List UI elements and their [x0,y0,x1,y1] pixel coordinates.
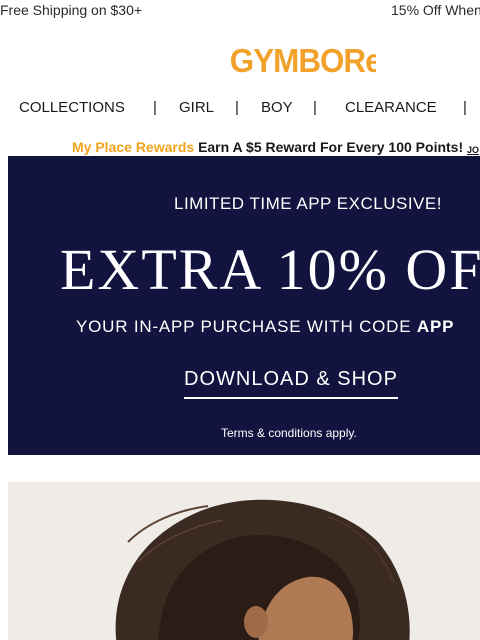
rewards-bar: My Place Rewards Earn A $5 Reward For Ev… [72,139,479,155]
join-link[interactable]: JO [467,145,479,155]
nav-item-boy[interactable]: BOY [261,99,293,116]
girl-with-long-hair-photo[interactable] [8,482,480,640]
svg-text:GYMBORee: GYMBORee [230,42,376,79]
rewards-brand-link[interactable]: My Place Rewards [72,139,194,155]
nav-separator: | [235,99,239,116]
nav-item-collections[interactable]: COLLECTIONS [19,99,125,116]
gymboree-logo[interactable]: GYMBORee [226,40,376,80]
banner-headline: EXTRA 10% OF [60,237,480,302]
free-shipping-promo[interactable]: Free Shipping on $30+ [0,2,142,18]
terms-note: Terms & conditions apply. [221,426,357,440]
banner-subtext: YOUR IN-APP PURCHASE WITH CODE APP [76,317,454,337]
rewards-message: Earn A $5 Reward For Every 100 Points! [198,139,464,155]
nav-separator: | [313,99,317,116]
promo-code: APP [416,317,455,336]
download-shop-button[interactable]: DOWNLOAD & SHOP [184,368,398,399]
banner-kicker: LIMITED TIME APP EXCLUSIVE! [174,194,442,213]
app-exclusive-banner[interactable]: LIMITED TIME APP EXCLUSIVE! EXTRA 10% OF… [8,156,480,455]
nav-item-clearance[interactable]: CLEARANCE [345,99,437,116]
banner-subtext-main: YOUR IN-APP PURCHASE WITH CODE [76,317,417,336]
email-page: Free Shipping on $30+ 15% Off When GYMBO… [0,0,480,640]
logo-wordmark: GYMBORee [230,42,376,79]
discount-promo[interactable]: 15% Off When [391,2,480,18]
main-nav: COLLECTIONS | GIRL | BOY | CLEARANCE | [0,99,480,119]
promo-strip: Free Shipping on $30+ 15% Off When [0,0,480,20]
nav-separator: | [153,99,157,116]
nav-item-girl[interactable]: GIRL [179,99,214,116]
nav-separator: | [463,99,467,116]
photo-image [8,482,480,640]
